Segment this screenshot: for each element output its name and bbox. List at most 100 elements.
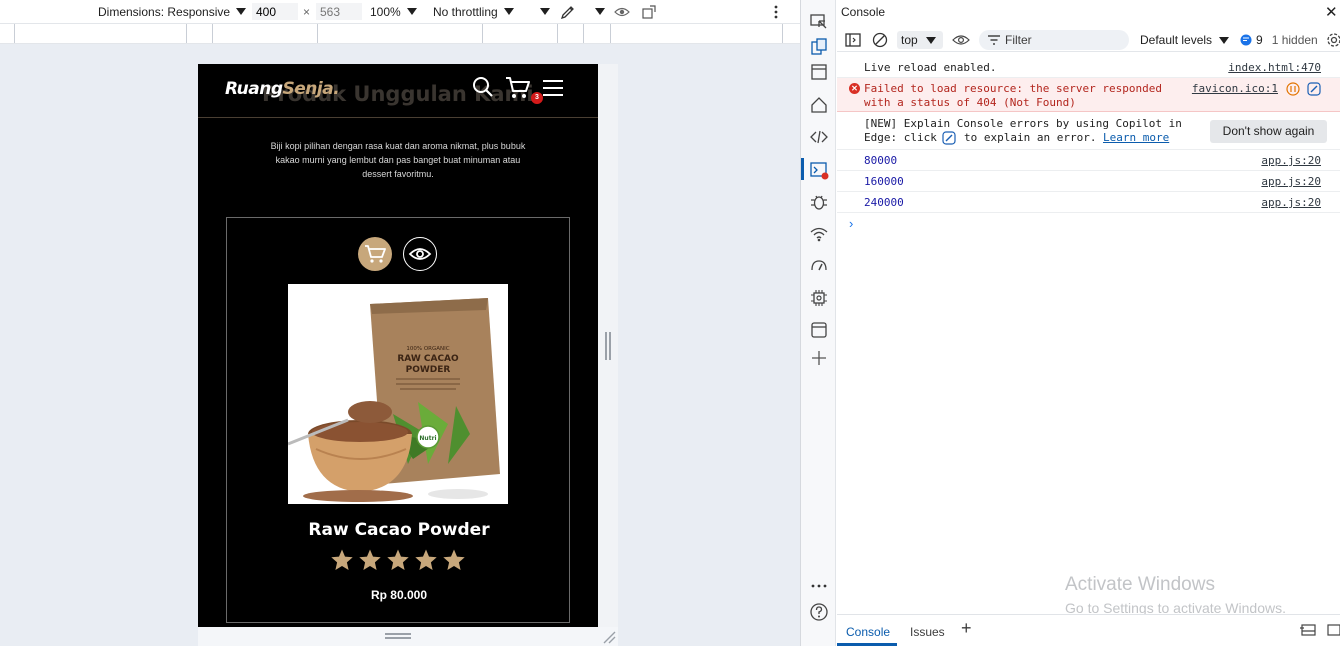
chevron-down-icon xyxy=(540,8,550,15)
welcome-icon[interactable] xyxy=(809,62,829,82)
chevron-down-icon xyxy=(406,8,417,15)
device-emulation-area: Dimensions: Responsive × 100% No throttl… xyxy=(0,0,800,646)
height-input[interactable] xyxy=(316,3,362,20)
log-value: 160000 xyxy=(864,175,904,188)
tab-issues[interactable]: Issues xyxy=(910,625,945,639)
cart-icon[interactable] xyxy=(505,76,531,100)
live-expression-eye-icon[interactable] xyxy=(952,32,970,48)
sensors-button[interactable] xyxy=(560,0,576,23)
dimensions-select[interactable]: Dimensions: Responsive xyxy=(98,0,247,23)
help-icon[interactable] xyxy=(809,602,829,622)
inspect-element-icon[interactable] xyxy=(809,12,829,32)
log-value: 80000 xyxy=(864,154,898,167)
console-icon[interactable] xyxy=(809,160,829,180)
issues-count: 9 xyxy=(1256,33,1263,47)
issues-message-icon xyxy=(1240,34,1252,46)
visibility-button[interactable] xyxy=(614,0,630,23)
package-line1: 100% ORGANIC xyxy=(406,346,449,352)
more-tools-icon[interactable] xyxy=(809,576,829,596)
section-subtitle: Biji kopi pilihan dengan rasa kuat dan a… xyxy=(270,141,526,179)
context-select[interactable]: top xyxy=(897,31,943,49)
sidebar-toggle-icon[interactable] xyxy=(845,32,861,48)
save-data-select[interactable] xyxy=(534,0,550,23)
console-log-row: 160000 app.js:20 xyxy=(837,171,1340,192)
console-input-prompt[interactable]: › xyxy=(849,216,853,231)
add-tab-button[interactable]: + xyxy=(961,618,972,639)
zoom-select[interactable]: 100% xyxy=(370,0,417,23)
ruler-segment xyxy=(482,24,483,43)
console-panel: Console ✕ top Filter Default levels 9 1 … xyxy=(837,0,1340,646)
resize-handle-corner[interactable] xyxy=(602,630,616,644)
activate-windows-title: Activate Windows xyxy=(1065,574,1215,595)
close-drawer-icon[interactable] xyxy=(1326,622,1340,638)
copilot-explain-icon[interactable] xyxy=(1307,82,1321,96)
dock-drawer-icon[interactable] xyxy=(1299,622,1317,638)
error-text-line2: with a status of 404 (Not Found) xyxy=(864,96,1076,109)
log-levels-select[interactable]: Default levels xyxy=(1140,33,1230,47)
console-message: Live reload enabled. index.html:470 xyxy=(837,57,1340,78)
rotate-button[interactable] xyxy=(641,0,657,23)
application-icon[interactable] xyxy=(809,320,829,340)
pen-icon xyxy=(560,5,574,19)
ruler-segment xyxy=(186,24,187,43)
tip-text-line2-b: to explain an error. xyxy=(964,131,1097,144)
package-line2: RAW CACAO xyxy=(397,354,459,364)
filter-icon xyxy=(987,33,1001,47)
device-emulation-icon[interactable] xyxy=(809,37,829,57)
memory-chip-icon[interactable] xyxy=(809,288,829,308)
learn-more-link[interactable]: Learn more xyxy=(1103,131,1169,144)
logo-accent: Senja. xyxy=(282,79,340,99)
log-levels-label: Default levels xyxy=(1140,33,1213,47)
issues-counter[interactable]: 9 1 hidden xyxy=(1240,33,1318,47)
performance-gauge-icon[interactable] xyxy=(809,256,829,276)
message-source-link[interactable]: app.js:20 xyxy=(1261,175,1321,188)
context-label: top xyxy=(901,33,918,47)
ruler-segment xyxy=(610,24,611,43)
add-tool-icon[interactable] xyxy=(809,348,829,368)
error-text-line1: Failed to load resource: the server resp… xyxy=(864,82,1163,95)
search-icon[interactable] xyxy=(472,76,494,98)
tab-console[interactable]: Console xyxy=(846,625,890,639)
resize-handle-bottom[interactable] xyxy=(385,633,411,639)
message-text: Live reload enabled. xyxy=(864,61,997,74)
hamburger-menu-icon[interactable] xyxy=(542,79,564,97)
add-to-cart-button[interactable] xyxy=(358,237,392,271)
product-card: 100% ORGANIC RAW CACAO POWDER Nutri Raw … xyxy=(226,217,570,623)
message-source-link[interactable]: app.js:20 xyxy=(1261,196,1321,209)
network-wifi-icon[interactable] xyxy=(809,224,829,244)
more-select[interactable] xyxy=(589,0,605,23)
message-source-link[interactable]: index.html:470 xyxy=(1228,61,1321,74)
logo-main: Ruang xyxy=(225,79,283,99)
tip-text-line1: [NEW] Explain Console errors by using Co… xyxy=(864,117,1182,130)
clear-console-icon[interactable] xyxy=(872,32,888,48)
view-detail-button[interactable] xyxy=(403,237,437,271)
eye-icon xyxy=(614,7,630,16)
cacao-package-illustration: 100% ORGANIC RAW CACAO POWDER Nutri xyxy=(288,284,508,504)
hidden-count: 1 hidden xyxy=(1271,33,1318,47)
network-request-icon[interactable] xyxy=(1286,82,1300,96)
message-source-link[interactable]: favicon.ico:1 xyxy=(1192,82,1278,95)
message-source-link[interactable]: app.js:20 xyxy=(1261,154,1321,167)
close-icon[interactable]: ✕ xyxy=(1325,3,1338,21)
site-logo[interactable]: RuangSenja. xyxy=(225,79,340,99)
eye-icon xyxy=(408,248,432,260)
dimensions-label: Dimensions: Responsive xyxy=(98,4,231,19)
bug-icon[interactable] xyxy=(809,192,829,212)
resize-handle-right[interactable] xyxy=(605,332,611,360)
chevron-down-icon xyxy=(503,8,514,15)
throttling-select[interactable]: No throttling xyxy=(433,0,514,23)
ruler-segment xyxy=(583,24,584,43)
width-input[interactable] xyxy=(252,3,298,20)
emulated-page: Produk Unggulan Kami RuangSenja. 3 Biji … xyxy=(198,64,598,627)
more-options-button[interactable] xyxy=(772,0,780,23)
vertical-dots-icon xyxy=(774,5,778,18)
console-settings-gear-icon[interactable] xyxy=(1326,32,1340,48)
dont-show-again-button[interactable]: Don't show again xyxy=(1210,120,1327,143)
elements-icon[interactable] xyxy=(809,127,829,147)
cart-icon xyxy=(365,245,386,263)
home-icon[interactable] xyxy=(809,95,829,115)
star-icon xyxy=(359,549,381,570)
filter-input[interactable]: Filter xyxy=(979,30,1129,50)
ruler-segment xyxy=(317,24,318,43)
media-query-ruler[interactable] xyxy=(0,23,800,44)
